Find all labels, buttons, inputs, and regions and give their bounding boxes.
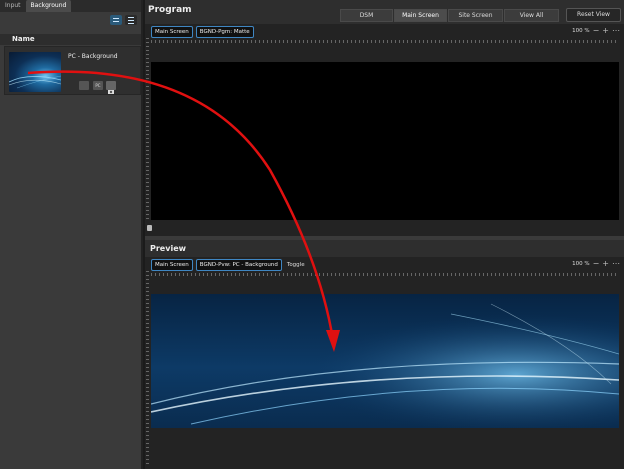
annotation-arrow — [27, 70, 340, 352]
